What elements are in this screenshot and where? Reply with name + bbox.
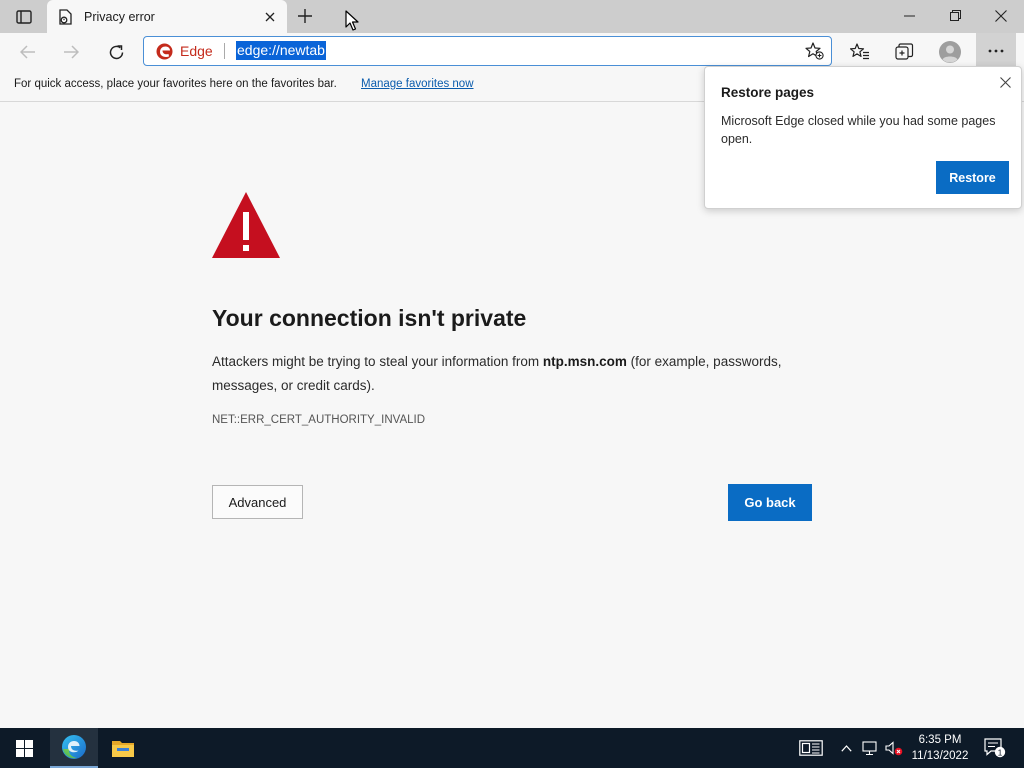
back-arrow-icon — [20, 45, 36, 59]
refresh-button[interactable] — [101, 37, 131, 67]
tab-title: Privacy error — [84, 10, 259, 24]
taskbar: 6:35 PM 11/13/2022 1 — [0, 728, 1024, 768]
windows-logo-icon — [16, 740, 33, 757]
tab-actions-button[interactable] — [8, 6, 40, 28]
avatar-icon — [938, 40, 962, 64]
collections-icon — [895, 43, 915, 61]
back-button[interactable] — [13, 37, 43, 67]
edge-logo-icon — [156, 43, 173, 60]
edge-browser-icon — [61, 734, 87, 760]
star-add-icon — [805, 42, 824, 60]
clock-date: 11/13/2022 — [904, 748, 976, 764]
minimize-icon — [904, 15, 915, 17]
manage-favorites-link[interactable]: Manage favorites now — [361, 78, 474, 90]
error-code: NET::ERR_CERT_AUTHORITY_INVALID — [212, 414, 425, 426]
refresh-icon — [108, 44, 125, 61]
plus-icon — [298, 9, 312, 23]
tab-strip: Privacy error — [0, 0, 1024, 33]
action-center-button[interactable]: 1 — [980, 728, 1010, 768]
site-identity-chip[interactable]: Edge — [156, 42, 213, 60]
tab-actions-icon — [16, 10, 32, 24]
favorites-bar-message: For quick access, place your favorites h… — [14, 78, 337, 90]
warning-icon — [211, 190, 281, 260]
settings-and-more-button[interactable] — [976, 33, 1016, 69]
forward-arrow-icon — [63, 45, 79, 59]
notification-count: 1 — [998, 747, 1003, 757]
close-icon — [1000, 77, 1011, 88]
favorites-list-icon — [850, 43, 870, 61]
tab-privacy-error[interactable]: Privacy error — [47, 0, 287, 33]
news-icon — [799, 740, 823, 756]
favorites-button[interactable] — [845, 37, 875, 67]
system-clock[interactable]: 6:35 PM 11/13/2022 — [904, 732, 976, 764]
taskbar-file-explorer[interactable] — [99, 728, 147, 768]
go-back-button[interactable]: Go back — [728, 484, 812, 521]
show-hidden-icons-button[interactable] — [836, 728, 856, 768]
add-favorite-button[interactable] — [803, 41, 825, 61]
privacy-error-icon — [57, 9, 73, 25]
network-button[interactable] — [859, 728, 881, 768]
url-text[interactable]: edge://newtab — [236, 41, 326, 60]
close-popup-button[interactable] — [997, 74, 1013, 90]
notification-icon: 1 — [984, 738, 1006, 758]
profile-button[interactable] — [935, 37, 965, 67]
restore-popup-title: Restore pages — [721, 85, 814, 100]
close-tab-icon[interactable] — [259, 6, 281, 28]
restore-popup-body: Microsoft Edge closed while you had some… — [721, 112, 1013, 148]
mouse-cursor-icon — [345, 10, 361, 32]
more-dots-icon — [988, 49, 1004, 53]
desc-host: ntp.msn.com — [543, 354, 627, 369]
address-bar[interactable]: Edge edge://newtab — [143, 36, 832, 66]
collections-button[interactable] — [890, 37, 920, 67]
network-icon — [862, 741, 879, 756]
taskbar-edge-app[interactable] — [50, 728, 98, 768]
close-icon — [995, 10, 1007, 22]
forward-button[interactable] — [56, 37, 86, 67]
restore-down-button[interactable] — [932, 0, 978, 31]
volume-muted-icon — [885, 741, 903, 756]
volume-button[interactable] — [883, 728, 905, 768]
site-label: Edge — [180, 43, 213, 59]
close-window-button[interactable] — [978, 0, 1024, 31]
start-button[interactable] — [0, 728, 48, 768]
address-separator — [224, 43, 225, 59]
restore-pages-popup: Restore pages Microsoft Edge closed whil… — [704, 66, 1022, 209]
error-description: Attackers might be trying to steal your … — [212, 350, 822, 398]
folder-icon — [111, 738, 135, 758]
minimize-button[interactable] — [886, 0, 932, 31]
clock-time: 6:35 PM — [904, 732, 976, 748]
restore-button[interactable]: Restore — [936, 161, 1009, 194]
desc-before: Attackers might be trying to steal your … — [212, 354, 543, 369]
chevron-up-icon — [841, 745, 852, 752]
restore-down-icon — [950, 10, 961, 21]
page-heading: Your connection isn't private — [212, 305, 526, 332]
new-tab-button[interactable] — [292, 5, 318, 27]
news-widget-button[interactable] — [796, 728, 826, 768]
advanced-button[interactable]: Advanced — [212, 485, 303, 519]
